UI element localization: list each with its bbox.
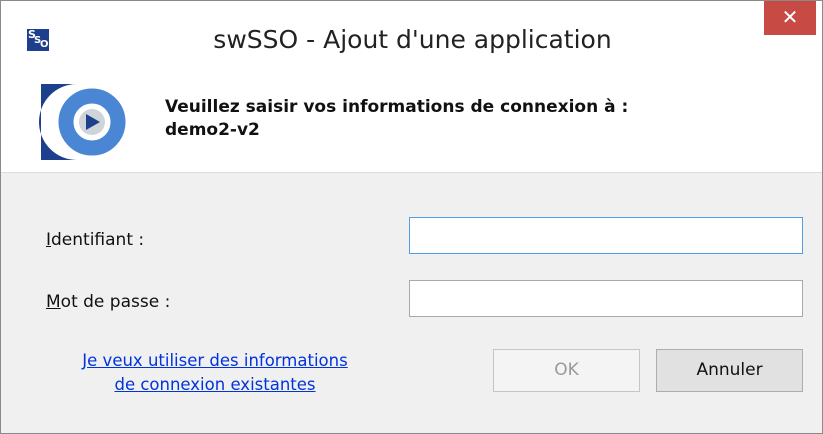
link-line2: de connexion existantes: [114, 375, 316, 394]
prompt-text: Veuillez saisir vos informations de conn…: [165, 96, 628, 142]
username-label: Identifiant :: [46, 230, 144, 250]
password-label-accel: M: [46, 292, 61, 312]
window-title: swSSO - Ajout d'une application: [213, 25, 612, 54]
username-label-text: dentifiant :: [51, 230, 145, 250]
form-area: Identifiant : Mot de passe : Je veux uti…: [1, 173, 822, 433]
dialog-window: S S O swSSO - Ajout d'une application ✕ …: [0, 0, 823, 434]
password-input[interactable]: [409, 280, 803, 317]
username-input[interactable]: [409, 217, 803, 254]
title-bar[interactable]: S S O swSSO - Ajout d'une application ✕: [1, 1, 822, 77]
password-label-text: ot de passe :: [60, 292, 171, 312]
prompt-line1: Veuillez saisir vos informations de conn…: [165, 97, 629, 117]
ok-button[interactable]: OK: [493, 349, 640, 392]
use-existing-credentials-link[interactable]: Je veux utiliser des informations de con…: [31, 349, 399, 397]
close-icon: ✕: [781, 5, 799, 29]
header-area: Veuillez saisir vos informations de conn…: [1, 77, 822, 173]
application-name: demo2-v2: [165, 120, 260, 140]
password-label: Mot de passe :: [46, 292, 170, 312]
swsso-logo: [39, 84, 126, 160]
close-button[interactable]: ✕: [764, 1, 816, 35]
cancel-button[interactable]: Annuler: [656, 349, 803, 392]
link-line1: Je veux utiliser des informations: [82, 351, 348, 370]
